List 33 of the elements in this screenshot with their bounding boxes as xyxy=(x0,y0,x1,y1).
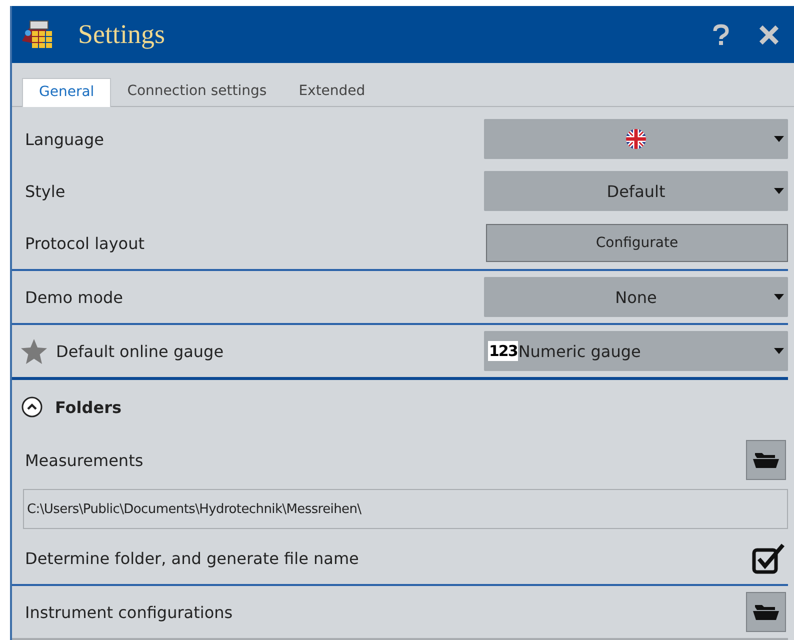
setting-label: Instrument configurations xyxy=(25,602,233,622)
setting-label: Protocol layout xyxy=(25,234,144,252)
close-icon[interactable] xyxy=(758,24,780,46)
caret-icon xyxy=(774,136,784,142)
folder-button[interactable] xyxy=(746,592,786,632)
help-icon[interactable] xyxy=(712,24,730,46)
setting-label: Demo mode xyxy=(25,288,123,306)
window-title: Settings xyxy=(78,19,166,50)
caret-icon xyxy=(774,188,784,194)
star-icon xyxy=(21,338,47,364)
setting-label: Measurements xyxy=(25,450,144,470)
dropdown[interactable]: None xyxy=(484,277,788,317)
configure-button[interactable]: Configurate xyxy=(486,224,788,262)
tab[interactable]: Connection settings xyxy=(111,78,283,106)
setting-label: Language xyxy=(25,130,104,148)
numeric-badge: 123 xyxy=(488,341,518,361)
tab[interactable]: Extended xyxy=(282,78,382,106)
flag-icon xyxy=(626,129,646,149)
folder-icon xyxy=(753,451,779,469)
caret-icon xyxy=(774,348,784,354)
checkbox[interactable] xyxy=(752,542,786,574)
tab[interactable]: General xyxy=(22,78,112,107)
path-field[interactable]: C:\Users\Public\Documents\Hydrotechnik\Messreihen\ xyxy=(23,489,788,529)
folder-button[interactable] xyxy=(746,440,786,480)
setting-label: Default online gauge xyxy=(56,342,224,360)
folder-icon xyxy=(753,603,779,621)
setting-label: Determine folder, and generate file name xyxy=(25,548,359,568)
dropdown[interactable]: Default xyxy=(484,171,788,211)
section-title: Folders xyxy=(55,398,122,416)
caret-icon xyxy=(774,294,784,300)
collapse-icon[interactable] xyxy=(21,396,43,418)
setting-label: Style xyxy=(25,182,66,200)
dropdown[interactable]: 123Numeric gauge xyxy=(484,331,788,371)
